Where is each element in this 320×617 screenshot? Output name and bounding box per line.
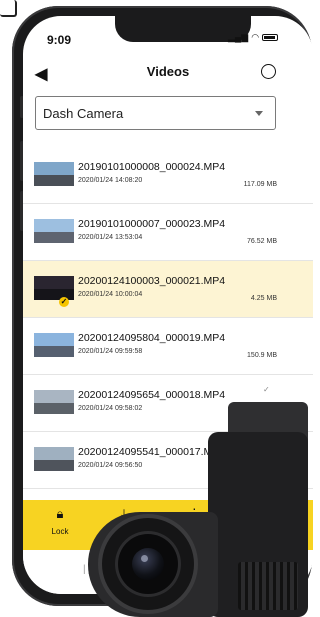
video-thumbnail xyxy=(34,162,74,186)
camera-select[interactable]: Dash Camera xyxy=(35,96,276,130)
video-date: 2020/01/24 10:00:04 xyxy=(78,291,143,298)
lock-button[interactable]: 🔒︎ Lock xyxy=(35,506,85,536)
caret-down-icon xyxy=(255,111,263,116)
dashcam-lens-glass xyxy=(132,548,164,580)
app-header: ◀ Videos xyxy=(23,60,313,88)
video-filename: 20190101000007_000023.MP4 xyxy=(78,218,226,230)
video-size: 150.9 MB xyxy=(247,352,277,359)
video-row[interactable]: 20190101000008_000024.MP4 2020/01/24 14:… xyxy=(23,147,313,204)
video-date: 2020/01/24 13:53:04 xyxy=(78,234,143,241)
status-icons: ▂▄▆ ◠ xyxy=(228,32,279,43)
video-thumbnail xyxy=(34,447,74,471)
status-time: 9:09 xyxy=(47,33,72,47)
video-size: 76.52 MB xyxy=(247,238,277,245)
wifi-icon: ◠ xyxy=(251,32,260,42)
camera-select-value: Dash Camera xyxy=(43,106,124,121)
video-filename: 20190101000008_000024.MP4 xyxy=(78,161,226,173)
video-thumbnail xyxy=(34,390,74,414)
dashcam-lens-glint xyxy=(141,555,148,562)
select-circle-icon[interactable] xyxy=(261,64,276,79)
video-size: 117.09 MB xyxy=(243,181,277,188)
video-filename: 20200124095654_000018.MP4 xyxy=(78,389,226,401)
check-icon: ✓ xyxy=(263,385,270,394)
video-row[interactable]: 20200124095804_000019.MP4 2020/01/24 09:… xyxy=(23,318,313,375)
signal-icon: ▂▄▆ xyxy=(228,32,249,42)
corner-mark xyxy=(0,0,17,17)
video-thumbnail xyxy=(34,333,74,357)
video-date: 2020/01/24 14:08:20 xyxy=(78,177,143,184)
video-row[interactable]: 20190101000007_000023.MP4 2020/01/24 13:… xyxy=(23,204,313,261)
lock-label: Lock xyxy=(51,527,69,536)
video-row-selected[interactable]: ✓ 20200124100003_000021.MP4 2020/01/24 1… xyxy=(23,261,313,318)
video-filename: 20200124100003_000021.MP4 xyxy=(78,275,226,287)
video-filename: 20200124095804_000019.MP4 xyxy=(78,332,226,344)
video-date: 2020/01/24 09:59:58 xyxy=(78,348,143,355)
video-thumbnail xyxy=(34,276,74,300)
video-size: 4.25 MB xyxy=(250,295,277,302)
dashcam-vents xyxy=(238,562,298,610)
battery-icon xyxy=(262,34,279,41)
video-thumbnail xyxy=(34,219,74,243)
lock-icon: 🔒︎ xyxy=(56,506,64,521)
selected-check-icon: ✓ xyxy=(59,297,69,307)
dashcam-device-image xyxy=(88,402,308,617)
